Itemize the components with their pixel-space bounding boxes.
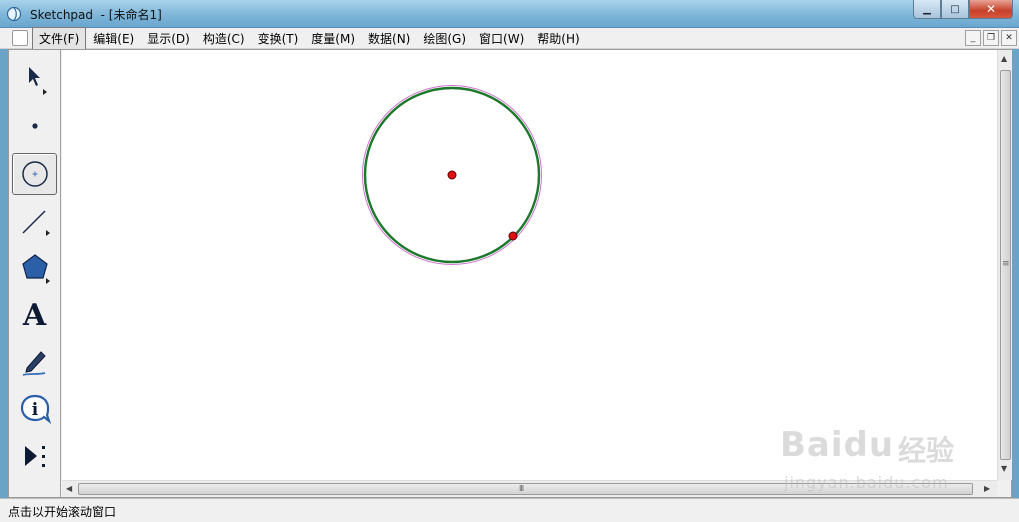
information-tool[interactable]: i [12,388,57,430]
sketchpad-app-icon[interactable] [6,6,22,22]
menu-bar: 文件(F) 编辑(E) 显示(D) 构造(C) 变换(T) 度量(M) 数据(N… [0,26,1019,50]
doc-minimize-button[interactable]: _ [965,30,981,46]
sketch-drawing [362,85,542,265]
minimize-button[interactable]: ▁ [913,0,941,19]
info-glyph: i [31,400,38,420]
horizontal-scroll-thumb[interactable]: III [78,483,973,495]
point-icon [31,123,38,129]
info-icon: i [20,394,51,425]
straightedge-tool[interactable] [12,200,57,242]
status-bar: 点击以开始滚动窗口 [0,498,1019,522]
circle-icon [21,161,48,187]
window-controls: ▁ □ ✕ [913,0,1013,20]
letter-a-icon: A [22,297,47,333]
line-segment-icon [21,210,50,236]
menu-display[interactable]: 显示(D) [141,28,196,49]
scroll-left-arrow-icon[interactable]: ◀ [66,484,72,493]
status-text: 点击以开始滚动窗口 [8,505,117,519]
vertical-scrollbar[interactable]: ▲ ≡ ▼ [997,50,1012,480]
compass-tool[interactable] [12,153,57,195]
scroll-up-arrow-icon[interactable]: ▲ [1001,54,1007,63]
scroll-down-arrow-icon[interactable]: ▼ [1001,464,1007,473]
doc-close-button[interactable]: ✕ [1001,30,1017,46]
vertical-grip-icon: ≡ [1002,259,1009,269]
menu-help[interactable]: 帮助(H) [531,28,585,49]
sketch-canvas[interactable] [62,50,997,480]
marker-tool[interactable] [12,341,57,383]
horizontal-grip-icon: III [519,484,524,493]
menu-construct[interactable]: 构造(C) [197,28,251,49]
menu-transform[interactable]: 变换(T) [252,28,305,49]
pentagon-icon [21,254,50,284]
doc-restore-button[interactable]: ❐ [983,30,999,46]
point-tool[interactable] [12,105,57,147]
horizontal-scrollbar[interactable]: ◀ III ▶ [62,480,997,497]
arrow-select-tool[interactable] [12,58,57,100]
scroll-right-arrow-icon[interactable]: ▶ [984,484,990,493]
marker-pen-icon [22,351,46,376]
window-title: Sketchpad - [未命名1] [30,8,162,22]
document-icon[interactable] [12,30,28,46]
arrow-pointer-icon [28,67,47,95]
menu-window[interactable]: 窗口(W) [473,28,530,49]
menu-file[interactable]: 文件(F) [32,26,87,50]
document-window-controls: _ ❐ ✕ [965,30,1017,46]
menu-data[interactable]: 数据(N) [362,28,416,49]
close-button[interactable]: ✕ [969,0,1013,19]
custom-tool[interactable] [12,435,57,477]
center-point[interactable] [447,170,457,180]
title-bar: Sketchpad - [未命名1] ▁ □ ✕ [0,0,1019,28]
document-window: A i ▲ ≡ ▼ ◀ III ▶ [8,49,1012,498]
menu-edit[interactable]: 编辑(E) [87,28,140,49]
menu-measure[interactable]: 度量(M) [305,28,361,49]
vertical-scroll-thumb[interactable]: ≡ [1000,70,1011,460]
toolbox: A i [9,50,61,497]
text-tool[interactable]: A [12,294,57,336]
radius-point[interactable] [508,231,518,241]
menu-graph[interactable]: 绘图(G) [417,28,472,49]
maximize-button[interactable]: □ [941,0,969,19]
play-dots-icon [24,446,45,467]
polygon-tool[interactable] [12,247,57,289]
